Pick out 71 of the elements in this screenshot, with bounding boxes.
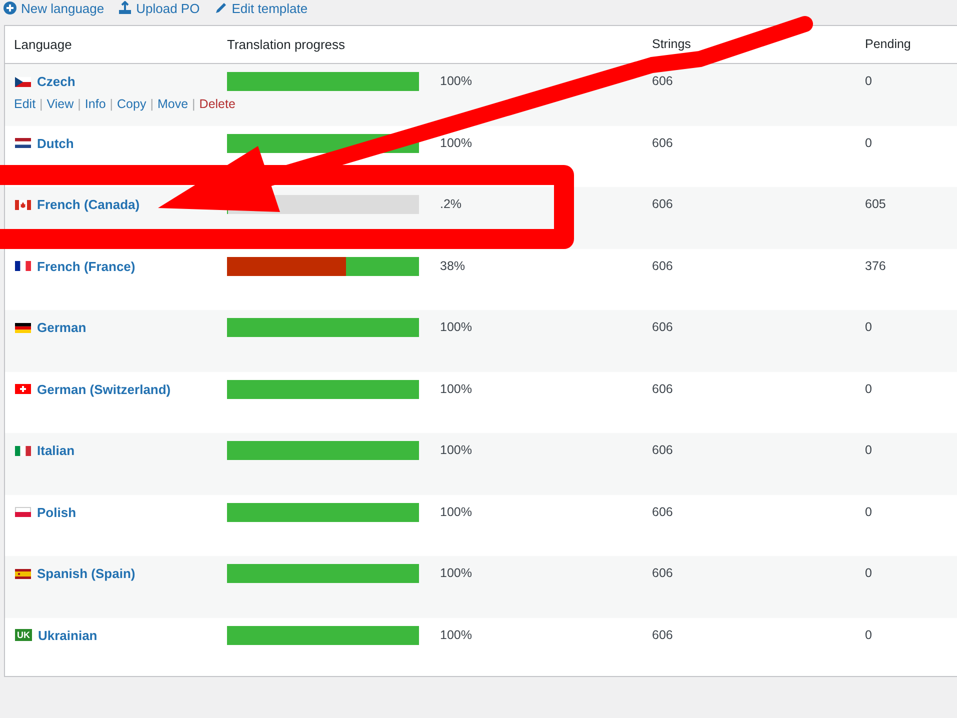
row-action-link[interactable]: Edit bbox=[14, 97, 36, 111]
table-cell: 605 bbox=[865, 197, 886, 211]
table-cell: 376 bbox=[865, 258, 886, 272]
flag-icon bbox=[15, 446, 31, 456]
language-link[interactable]: Ukrainian bbox=[38, 628, 98, 642]
separator: | bbox=[150, 97, 154, 111]
language-link[interactable]: Italian bbox=[37, 443, 75, 458]
flag-icon bbox=[15, 200, 31, 210]
flag-icon bbox=[15, 138, 31, 148]
table-cell: 606 bbox=[652, 197, 673, 211]
flag-icon bbox=[15, 384, 31, 394]
flag-icon bbox=[15, 568, 31, 578]
flag-icon bbox=[15, 76, 31, 86]
separator: | bbox=[40, 97, 43, 111]
table-cell: 606 bbox=[652, 566, 673, 580]
column-header: Translation progress bbox=[227, 37, 346, 52]
column-header: Pending bbox=[865, 37, 911, 51]
row-action-link[interactable]: Delete bbox=[199, 97, 236, 111]
percent-text: 38% bbox=[440, 258, 466, 274]
table-cell: 0 bbox=[865, 504, 872, 518]
flag-icon bbox=[15, 322, 31, 332]
row-action-link[interactable]: Move bbox=[157, 97, 188, 111]
toolbar-link[interactable]: New language bbox=[3, 0, 104, 16]
language-link[interactable]: German bbox=[37, 320, 86, 335]
toolbar-link[interactable]: Upload PO bbox=[118, 0, 200, 16]
column-header: Strings bbox=[652, 37, 691, 51]
language-link[interactable]: French (France) bbox=[37, 258, 136, 274]
table-cell: 0 bbox=[865, 628, 872, 642]
table-cell: 0 bbox=[865, 136, 872, 150]
table-cell: 606 bbox=[652, 504, 673, 518]
row-action-link[interactable]: Info bbox=[84, 97, 106, 111]
language-link[interactable]: Dutch bbox=[37, 136, 74, 150]
percent-text: 100% bbox=[440, 442, 472, 459]
table-cell: 606 bbox=[652, 382, 673, 396]
upload-icon bbox=[118, 1, 132, 15]
language-link[interactable]: French (Canada) bbox=[37, 197, 140, 212]
row-action-link[interactable]: Copy bbox=[117, 97, 146, 111]
table-cell: 0 bbox=[865, 382, 872, 396]
table-cell: 0 bbox=[865, 320, 872, 334]
plus-circle-icon bbox=[3, 1, 17, 15]
table-cell: 0 bbox=[865, 74, 872, 88]
table-cell: 0 bbox=[865, 443, 872, 457]
flag-badge: UK bbox=[15, 629, 32, 641]
row-action-link[interactable]: View bbox=[46, 97, 74, 111]
percent-text: 100% bbox=[440, 565, 472, 582]
separator: | bbox=[192, 97, 196, 111]
percent-text: 100% bbox=[440, 504, 472, 520]
language-link[interactable]: German (Switzerland) bbox=[37, 382, 171, 396]
separator: | bbox=[110, 97, 114, 111]
percent-text: 100% bbox=[440, 134, 472, 152]
pencil-icon bbox=[214, 1, 228, 15]
table-cell: 606 bbox=[652, 443, 673, 457]
separator: | bbox=[78, 97, 81, 111]
percent-text: 100% bbox=[440, 73, 472, 90]
table-cell: 606 bbox=[652, 628, 673, 642]
column-header: Language bbox=[14, 37, 72, 52]
percent-text: 100% bbox=[440, 319, 472, 336]
percent-text: 100% bbox=[440, 626, 472, 644]
table-cell: 606 bbox=[652, 320, 673, 334]
table-cell: 0 bbox=[865, 566, 872, 580]
flag-icon bbox=[15, 261, 31, 271]
percent-text: .2% bbox=[440, 196, 462, 213]
flag-icon bbox=[15, 507, 31, 517]
table-cell: 606 bbox=[652, 136, 673, 150]
table-cell: 606 bbox=[652, 258, 673, 272]
percent-text: 100% bbox=[440, 380, 472, 398]
language-link[interactable]: Czech bbox=[37, 74, 76, 89]
language-link[interactable]: Spanish (Spain) bbox=[37, 566, 136, 581]
language-link[interactable]: Polish bbox=[37, 504, 76, 520]
table-cell: 606 bbox=[652, 74, 673, 88]
toolbar-link[interactable]: Edit template bbox=[214, 0, 308, 16]
